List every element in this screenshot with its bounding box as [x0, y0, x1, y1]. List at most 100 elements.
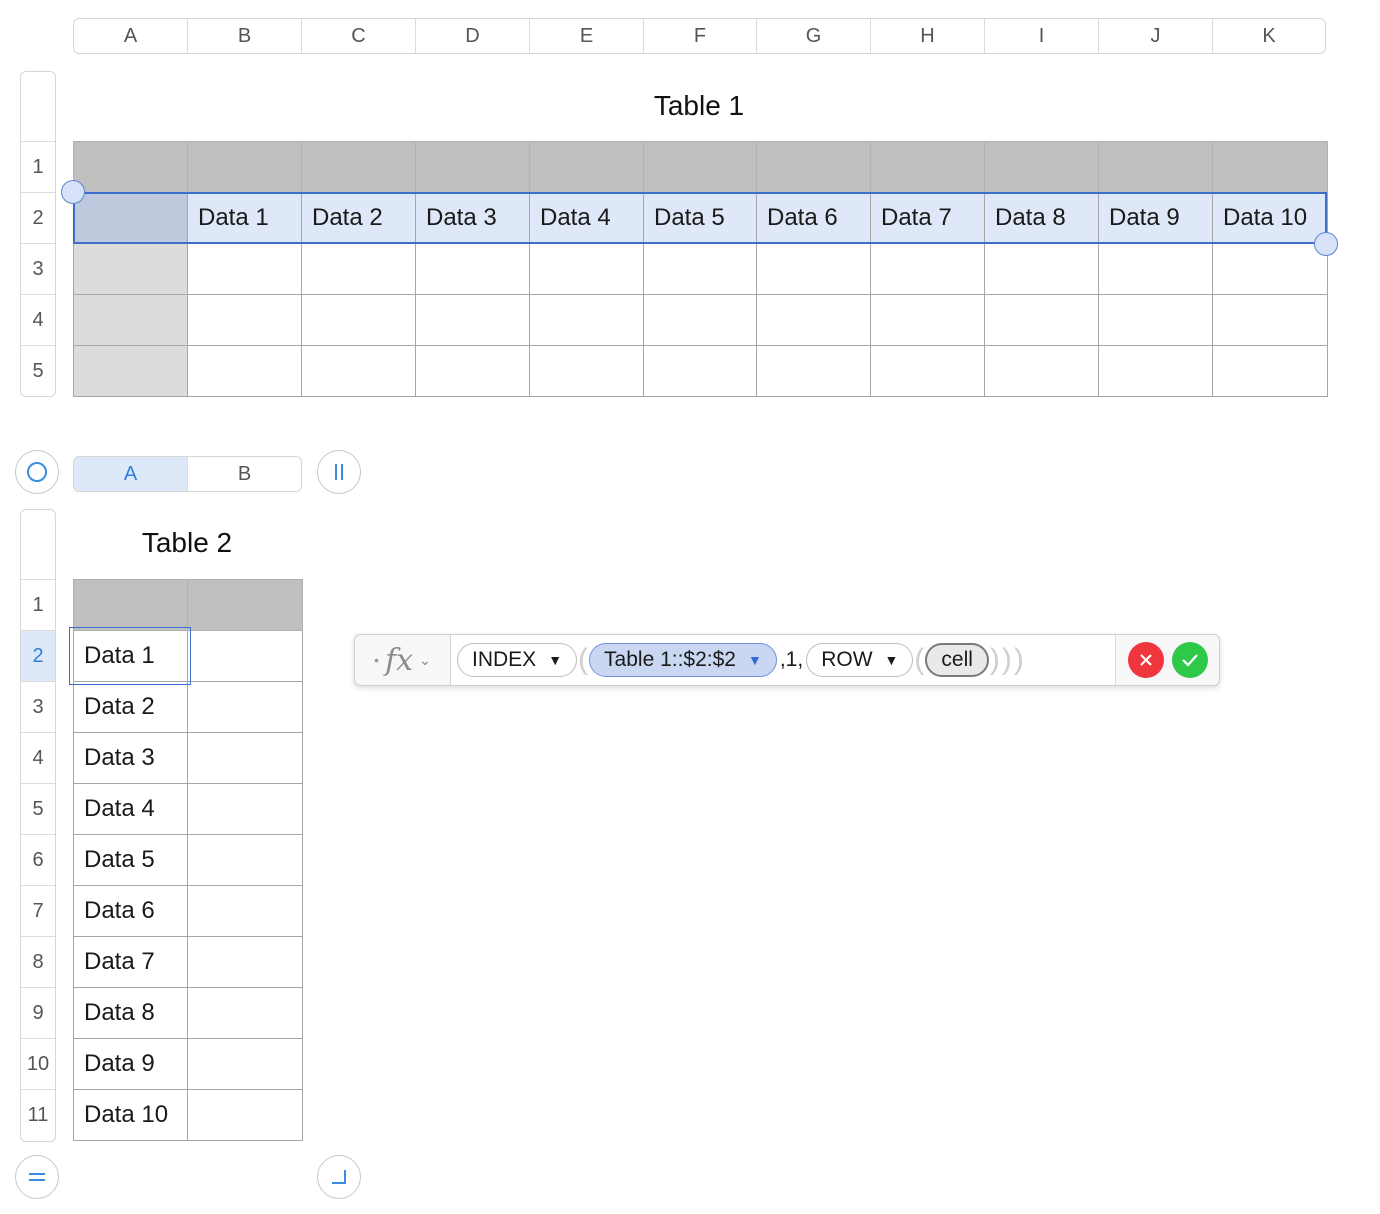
- cell-j2[interactable]: Data 9: [1098, 192, 1213, 244]
- row-header-8[interactable]: 8: [21, 937, 55, 988]
- column-header-f[interactable]: F: [644, 19, 757, 53]
- column-header-e[interactable]: E: [530, 19, 644, 53]
- selection-handle-bottom-right[interactable]: [1314, 232, 1338, 256]
- argument-token-cell[interactable]: cell: [925, 643, 989, 677]
- cell-b2[interactable]: Data 1: [187, 192, 302, 244]
- row-header-5[interactable]: 5: [21, 784, 55, 835]
- column-header-d[interactable]: D: [416, 19, 530, 53]
- row-header-9[interactable]: 9: [21, 988, 55, 1039]
- column-header-j[interactable]: J: [1099, 19, 1213, 53]
- accept-formula-button[interactable]: [1171, 642, 1208, 678]
- table-cell[interactable]: [643, 345, 757, 397]
- table-cell[interactable]: [984, 243, 1099, 295]
- cell-k2[interactable]: Data 10: [1212, 192, 1328, 244]
- table-cell[interactable]: [301, 243, 416, 295]
- table-cell[interactable]: [301, 294, 416, 346]
- row-header-10[interactable]: 10: [21, 1039, 55, 1090]
- row-header-1[interactable]: 1: [21, 580, 55, 631]
- table-cell[interactable]: [984, 294, 1099, 346]
- table-cell[interactable]: [1212, 345, 1328, 397]
- cell-b9[interactable]: [187, 987, 303, 1039]
- table-cell[interactable]: [643, 243, 757, 295]
- header-cell[interactable]: [187, 141, 302, 193]
- column-header-a[interactable]: A: [74, 457, 188, 491]
- row-header-1[interactable]: 1: [21, 142, 55, 193]
- table-cell[interactable]: [187, 345, 302, 397]
- header-cell[interactable]: [187, 579, 303, 631]
- table-cell[interactable]: [73, 294, 188, 346]
- table-cell[interactable]: [529, 294, 644, 346]
- column-header-c[interactable]: C: [302, 19, 416, 53]
- table-cell[interactable]: [1098, 294, 1213, 346]
- cell-b2[interactable]: [187, 630, 303, 682]
- table2-title[interactable]: Table 2: [73, 527, 301, 559]
- header-cell[interactable]: [73, 579, 188, 631]
- cell-b8[interactable]: [187, 936, 303, 988]
- table-cell[interactable]: [187, 243, 302, 295]
- header-cell[interactable]: [984, 141, 1099, 193]
- header-cell[interactable]: [756, 141, 871, 193]
- add-row-handle[interactable]: [15, 1155, 59, 1199]
- cell-b3[interactable]: [187, 681, 303, 733]
- cell-b11[interactable]: [187, 1089, 303, 1141]
- cell-f2[interactable]: Data 5: [643, 192, 757, 244]
- table-cell[interactable]: [1098, 243, 1213, 295]
- column-header-i[interactable]: I: [985, 19, 1099, 53]
- add-column-handle[interactable]: [317, 450, 361, 494]
- formula-input[interactable]: INDEX ▼ ( Table 1::$2:$2 ▼ ,1, ROW ▼ ( c…: [451, 635, 1115, 685]
- cell-a11[interactable]: Data 10: [73, 1089, 188, 1141]
- table1-title[interactable]: Table 1: [573, 90, 825, 122]
- column-header-h[interactable]: H: [871, 19, 985, 53]
- cell-b10[interactable]: [187, 1038, 303, 1090]
- table-cell[interactable]: [187, 294, 302, 346]
- cell-a7[interactable]: Data 6: [73, 885, 188, 937]
- row-header-6[interactable]: 6: [21, 835, 55, 886]
- cell-a5[interactable]: Data 4: [73, 783, 188, 835]
- table-cell[interactable]: [756, 243, 871, 295]
- table-cell[interactable]: [756, 294, 871, 346]
- cell-g2[interactable]: Data 6: [756, 192, 871, 244]
- table-cell[interactable]: [870, 294, 985, 346]
- table-cell[interactable]: [1212, 243, 1328, 295]
- table-cell[interactable]: [415, 294, 530, 346]
- cell-c2[interactable]: Data 2: [301, 192, 416, 244]
- cell-h2[interactable]: Data 7: [870, 192, 985, 244]
- table-cell[interactable]: [415, 345, 530, 397]
- cell-i2[interactable]: Data 8: [984, 192, 1099, 244]
- selection-handle-top-left[interactable]: [61, 180, 85, 204]
- header-cell[interactable]: [643, 141, 757, 193]
- header-cell[interactable]: [415, 141, 530, 193]
- cell-a10[interactable]: Data 9: [73, 1038, 188, 1090]
- header-cell[interactable]: [73, 141, 188, 193]
- cell-a6[interactable]: Data 5: [73, 834, 188, 886]
- column-header-k[interactable]: K: [1213, 19, 1325, 53]
- function-token-index[interactable]: INDEX ▼: [457, 643, 578, 677]
- cell-b7[interactable]: [187, 885, 303, 937]
- header-cell[interactable]: [1098, 141, 1213, 193]
- row-header-4[interactable]: 4: [21, 295, 55, 346]
- table-cell[interactable]: [73, 243, 188, 295]
- table-select-handle[interactable]: [15, 450, 59, 494]
- table-cell[interactable]: [984, 345, 1099, 397]
- cell-b6[interactable]: [187, 834, 303, 886]
- table-cell[interactable]: [301, 345, 416, 397]
- row-header-2[interactable]: 2: [21, 193, 55, 244]
- cell-a9[interactable]: Data 8: [73, 987, 188, 1039]
- table-cell[interactable]: [1212, 294, 1328, 346]
- cell-a2[interactable]: Data 1: [73, 630, 188, 682]
- table-cell[interactable]: [756, 345, 871, 397]
- reference-token[interactable]: Table 1::$2:$2 ▼: [589, 643, 777, 677]
- table-cell[interactable]: [870, 345, 985, 397]
- table-cell[interactable]: [1098, 345, 1213, 397]
- row-header-3[interactable]: 3: [21, 244, 55, 295]
- header-cell[interactable]: [301, 141, 416, 193]
- row-header-4[interactable]: 4: [21, 733, 55, 784]
- cell-b4[interactable]: [187, 732, 303, 784]
- column-header-b[interactable]: B: [188, 457, 301, 491]
- column-header-g[interactable]: G: [757, 19, 871, 53]
- column-header-b[interactable]: B: [188, 19, 302, 53]
- table-cell[interactable]: [870, 243, 985, 295]
- table-cell[interactable]: [415, 243, 530, 295]
- resize-table-handle[interactable]: [317, 1155, 361, 1199]
- cell-a3[interactable]: Data 2: [73, 681, 188, 733]
